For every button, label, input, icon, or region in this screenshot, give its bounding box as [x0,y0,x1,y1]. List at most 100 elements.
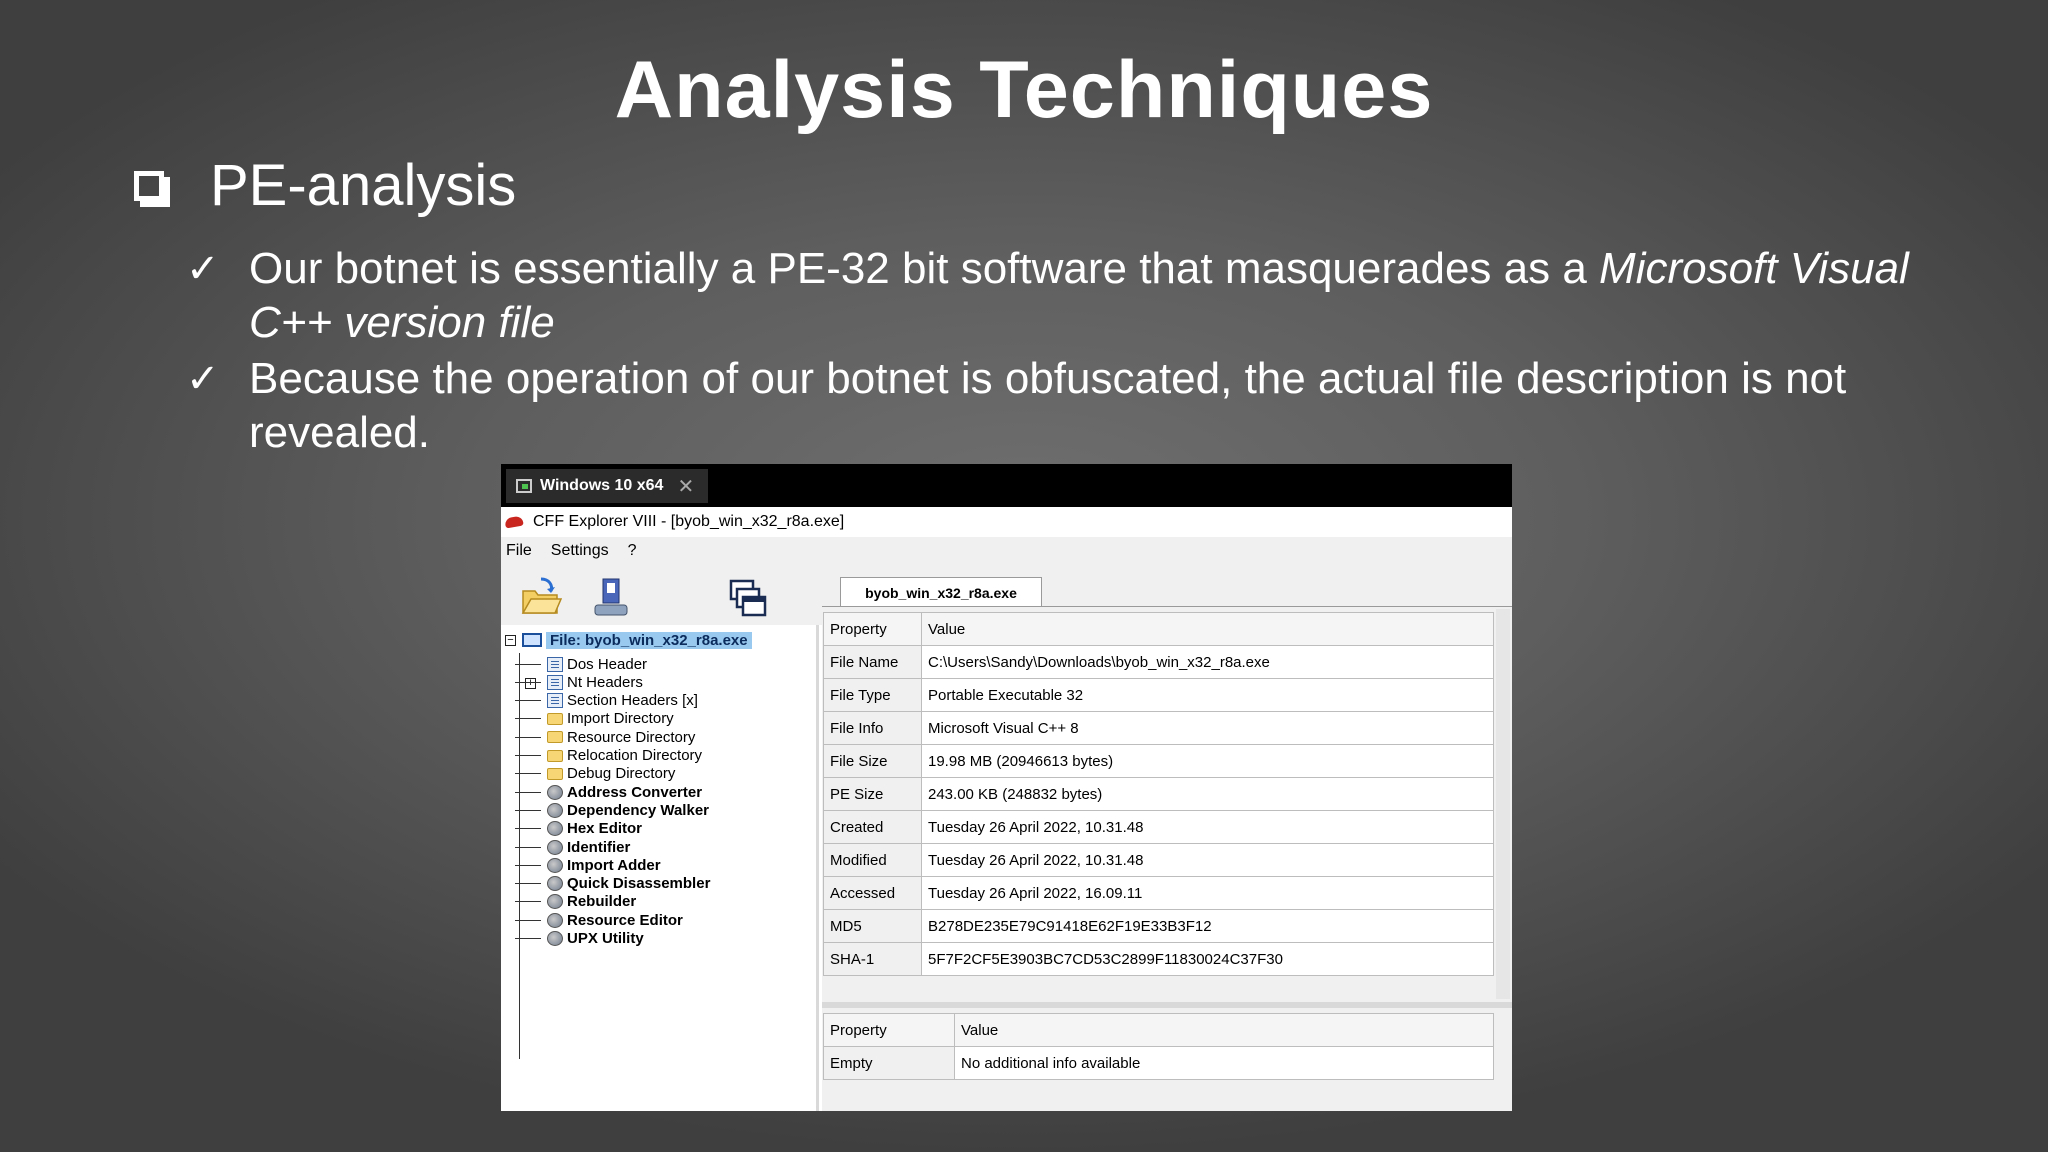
column-header[interactable]: Value [954,1013,1494,1047]
tree-item-label: Address Converter [567,783,703,801]
vm-icon [516,479,532,493]
tree-item-label: Debug Directory [567,765,676,783]
tree-branch-line [515,864,541,866]
main-bullet: PE-analysis [134,150,516,222]
table-row[interactable]: Created Tuesday 26 April 2022, 10.31.48 [823,810,1494,844]
vm-window-screenshot: Windows 10 x64 ✕ CFF Explorer VIII - [by… [501,464,1512,1111]
tree-branch-line [515,718,541,720]
tree-root-label: File: byob_win_x32_r8a.exe [546,631,752,649]
value-cell: 5F7F2CF5E3903BC7CD53C2899F11830024C37F30 [921,942,1494,976]
tree-item-label: Identifier [567,838,631,856]
table-header-row: Property Value [823,612,1494,646]
folder-icon [547,731,563,744]
struct-icon [547,656,563,672]
table-row[interactable]: File Type Portable Executable 32 [823,678,1494,712]
column-header[interactable]: Property [823,612,922,646]
column-header[interactable]: Value [921,612,1494,646]
checkmark-icon: ✓ [186,356,220,402]
vm-tab[interactable]: Windows 10 x64 ✕ [506,469,708,503]
tree-branch-line [515,681,541,683]
open-file-icon[interactable] [519,575,563,619]
menu-help[interactable]: ? [628,542,637,560]
value-cell: B278DE235E79C91418E62F19E33B3F12 [921,909,1494,943]
tree-item-label: UPX Utility [567,930,644,947]
struct-icon [547,674,563,690]
tree-item-label: Dos Header [567,655,648,673]
main-bullet-text: PE-analysis [210,153,517,218]
value-cell: No additional info available [954,1046,1494,1080]
tree-item-label: Nt Headers [567,673,643,691]
tab-file[interactable]: byob_win_x32_r8a.exe [840,577,1042,607]
tree-item-label: Resource Editor [567,911,683,929]
pane-splitter[interactable] [822,1002,1512,1008]
window-file-icon [522,633,542,647]
table-row[interactable]: PE Size 243.00 KB (248832 bytes) [823,777,1494,811]
menu-settings[interactable]: Settings [551,542,609,560]
collapse-icon[interactable]: − [505,634,516,646]
tool-icon [547,857,563,873]
property-cell: File Type [823,678,922,712]
value-cell: Tuesday 26 April 2022, 16.09.11 [921,876,1494,910]
tree-branch-line [515,901,541,903]
tool-icon [547,912,563,928]
value-cell: Portable Executable 32 [921,678,1494,712]
tree-item-label: Import Directory [567,710,674,728]
tree-item-label: Relocation Directory [567,747,703,764]
property-cell: Created [823,810,922,844]
menu-file[interactable]: File [506,542,532,560]
tree-branch-line [515,736,541,738]
column-header[interactable]: Property [823,1013,955,1047]
tree-item-label: Section Headers [x] [567,692,698,710]
tree-item-label: Hex Editor [567,820,643,838]
property-cell: Empty [823,1046,955,1080]
table-row[interactable]: SHA-1 5F7F2CF5E3903BC7CD53C2899F11830024C… [823,942,1494,976]
tree-branch-line [515,700,541,702]
properties-pane: byob_win_x32_r8a.exe Property Value File N… [822,565,1512,1111]
table-header-row: Property Value [823,1013,1494,1047]
table-row[interactable]: MD5 B278DE235E79C91418E62F19E33B3F12 [823,909,1494,943]
tool-icon [547,784,563,800]
property-cell: File Name [823,645,922,679]
tree-branch-line [515,883,541,885]
tree-item-label: Import Adder [567,856,661,874]
additional-info-table: Property Value Empty No additional info ava… [823,1013,1494,1080]
window-title: CFF Explorer VIII - [byob_win_x32_r8a.ex… [533,513,845,530]
tab-divider [822,606,1512,607]
checkbox-bullet-icon [134,171,170,207]
tree-branch-line [515,791,541,793]
app-icon [504,515,524,529]
value-cell: C:\Users\Sandy\Downloads\byob_win_x32_r8… [921,645,1494,679]
tool-icon [547,839,563,855]
property-cell: File Info [823,711,922,745]
table-row[interactable]: Accessed Tuesday 26 April 2022, 16.09.11 [823,876,1494,910]
value-cell: Microsoft Visual C++ 8 [921,711,1494,745]
slide-title: Analysis Techniques [614,45,1434,135]
checkmark-icon: ✓ [186,246,220,292]
close-icon[interactable]: ✕ [677,474,694,499]
value-cell: Tuesday 26 April 2022, 10.31.48 [921,810,1494,844]
tool-icon [547,876,563,892]
tree-item-label: Rebuilder [567,893,637,911]
folder-icon [547,712,563,725]
menu-bar: File Settings ? [501,537,1512,565]
table-row[interactable]: Empty No additional info available [823,1046,1494,1080]
table-row[interactable]: File Info Microsoft Visual C++ 8 [823,711,1494,745]
title-bar: CFF Explorer VIII - [byob_win_x32_r8a.ex… [501,507,1512,537]
tool-icon [547,931,563,946]
vertical-scrollbar[interactable] [1496,609,1510,999]
value-cell: 19.98 MB (20946613 bytes) [921,744,1494,778]
save-icon[interactable] [589,575,633,619]
tree-item-label: Resource Directory [567,728,696,746]
table-row[interactable]: File Name C:\Users\Sandy\Downloads\byob_w… [823,645,1494,679]
property-cell: SHA-1 [823,942,922,976]
tool-icon [547,821,563,837]
property-cell: MD5 [823,909,922,943]
struct-icon [547,693,563,709]
tree-branch-line [515,846,541,848]
tree-root-item[interactable]: − File: byob_win_x32_r8a.exe [505,630,815,650]
windows-icon[interactable] [727,577,771,621]
tree-item[interactable]: UPX Utility [515,928,644,950]
toolbar [501,565,822,625]
table-row[interactable]: File Size 19.98 MB (20946613 bytes) [823,744,1494,778]
table-row[interactable]: Modified Tuesday 26 April 2022, 10.31.48 [823,843,1494,877]
